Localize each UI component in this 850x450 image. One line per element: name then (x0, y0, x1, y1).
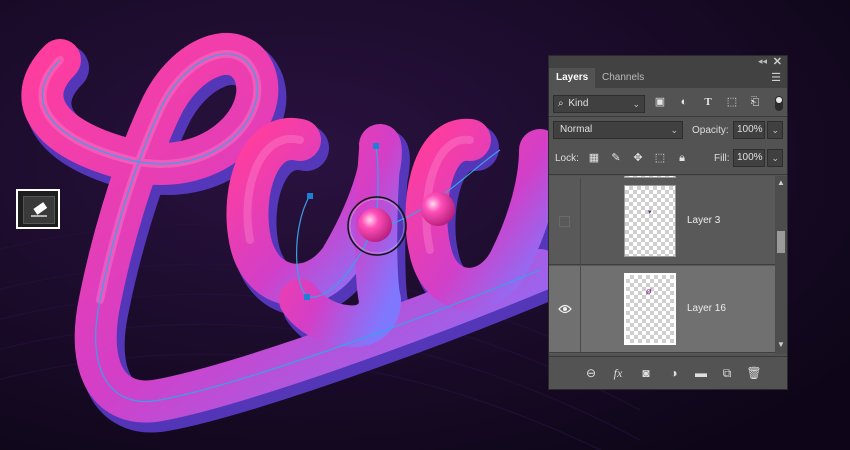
folder-icon[interactable]: ▬ (692, 365, 710, 381)
lock-transparent-pixels-icon[interactable]: ▦ (586, 149, 602, 167)
blend-mode-value: Normal (560, 124, 593, 135)
layer-thumbnail: ø (624, 273, 676, 345)
close-icon[interactable]: ✕ (773, 55, 782, 68)
lock-artboard-icon[interactable]: ⬚ (652, 149, 668, 167)
lock-all-icon[interactable]: 🔒︎ (674, 149, 690, 167)
lock-label: Lock: (555, 153, 579, 164)
adjustment-icon[interactable]: ◑ (665, 365, 683, 381)
chevron-down-icon: ⌄ (632, 99, 640, 109)
divider (549, 174, 787, 175)
blend-mode-select[interactable]: Normal ⌄ (553, 121, 683, 139)
layer-row[interactable]: ▾ Layer 3 (549, 178, 775, 265)
blend-row: Normal ⌄ Opacity: 100% ⌄ (549, 120, 787, 142)
visibility-cell[interactable] (549, 266, 581, 352)
layer-row-selected[interactable]: ø Layer 16 (549, 266, 775, 353)
adjustment-filter-icon[interactable]: ◐ (676, 93, 692, 111)
filter-kind-select[interactable]: ⌕ Kind ⌄ (553, 95, 645, 113)
layer-name: Layer 16 (687, 303, 726, 314)
trash-icon[interactable]: 🗑︎ (745, 365, 763, 381)
search-icon: ⌕ (558, 98, 564, 109)
pixel-filter-icon[interactable]: ▣ (652, 93, 668, 111)
chevron-down-icon: ⌄ (771, 125, 779, 135)
fill-label: Fill: (714, 153, 730, 164)
eraser-tool-button[interactable] (16, 189, 60, 229)
new-layer-icon[interactable]: ⧉ (718, 365, 736, 381)
chevron-down-icon: ⌄ (670, 125, 678, 135)
filter-row: ⌕ Kind ⌄ ▣ ◐ T ⬚ ⎗ (549, 93, 787, 115)
double-chevron-icon[interactable]: ◂◂ (758, 56, 767, 67)
smart-object-filter-icon[interactable]: ⎗ (747, 93, 763, 111)
panel-footer: ⊖ fx ◙ ◑ ▬ ⧉ 🗑︎ (549, 356, 787, 389)
panel-titlebar[interactable]: ◂◂ ✕ (549, 56, 787, 68)
lock-position-icon[interactable]: ✥ (630, 149, 646, 167)
type-filter-icon[interactable]: T (700, 93, 716, 111)
panel-tabs: Layers Channels ☰ (549, 68, 787, 88)
divider (549, 116, 787, 117)
opacity-input[interactable]: 100% (733, 121, 765, 139)
layer-thumbnail: ▾ (624, 185, 676, 257)
fill-input[interactable]: 100% (733, 149, 765, 167)
filter-toggle-icon[interactable] (775, 96, 783, 111)
fill-dropdown[interactable]: ⌄ (767, 149, 783, 167)
eye-icon[interactable] (558, 303, 572, 315)
lock-row: Lock: ▦ ✎ ✥ ⬚ 🔒︎ Fill: 100% ⌄ (549, 148, 787, 170)
scroll-down-icon[interactable]: ▼ (777, 340, 785, 349)
layers-scrollbar[interactable]: ▲ ▼ (775, 176, 787, 354)
lock-image-pixels-icon[interactable]: ✎ (608, 149, 624, 167)
visibility-cell[interactable] (549, 178, 581, 264)
panel-menu-icon[interactable]: ☰ (771, 71, 781, 84)
tab-channels[interactable]: Channels (595, 68, 651, 88)
shape-filter-icon[interactable]: ⬚ (724, 93, 740, 111)
tab-layers[interactable]: Layers (549, 68, 596, 88)
layers-panel: ◂◂ ✕ Layers Channels ☰ ⌕ Kind ⌄ ▣ ◐ T ⬚ … (548, 55, 788, 390)
scroll-up-icon[interactable]: ▲ (777, 178, 785, 187)
eraser-icon (31, 202, 48, 217)
fx-icon[interactable]: fx (609, 365, 627, 381)
glossy-ball (358, 208, 392, 242)
filter-kind-label: Kind (568, 98, 589, 109)
glossy-ball (421, 192, 455, 226)
link-icon[interactable]: ⊖ (582, 365, 600, 381)
eraser-tool-inner (23, 196, 55, 224)
scrollbar-thumb[interactable] (777, 231, 785, 253)
chevron-down-icon: ⌄ (771, 153, 779, 163)
layer-name: Layer 3 (687, 215, 721, 226)
mask-icon[interactable]: ◙ (637, 365, 655, 381)
layers-list: ▾ Layer 3 ø Layer 16 ▲ ▼ (549, 176, 787, 354)
visibility-toggle-off[interactable] (559, 216, 570, 227)
opacity-label: Opacity: (692, 125, 729, 136)
opacity-dropdown[interactable]: ⌄ (767, 121, 783, 139)
